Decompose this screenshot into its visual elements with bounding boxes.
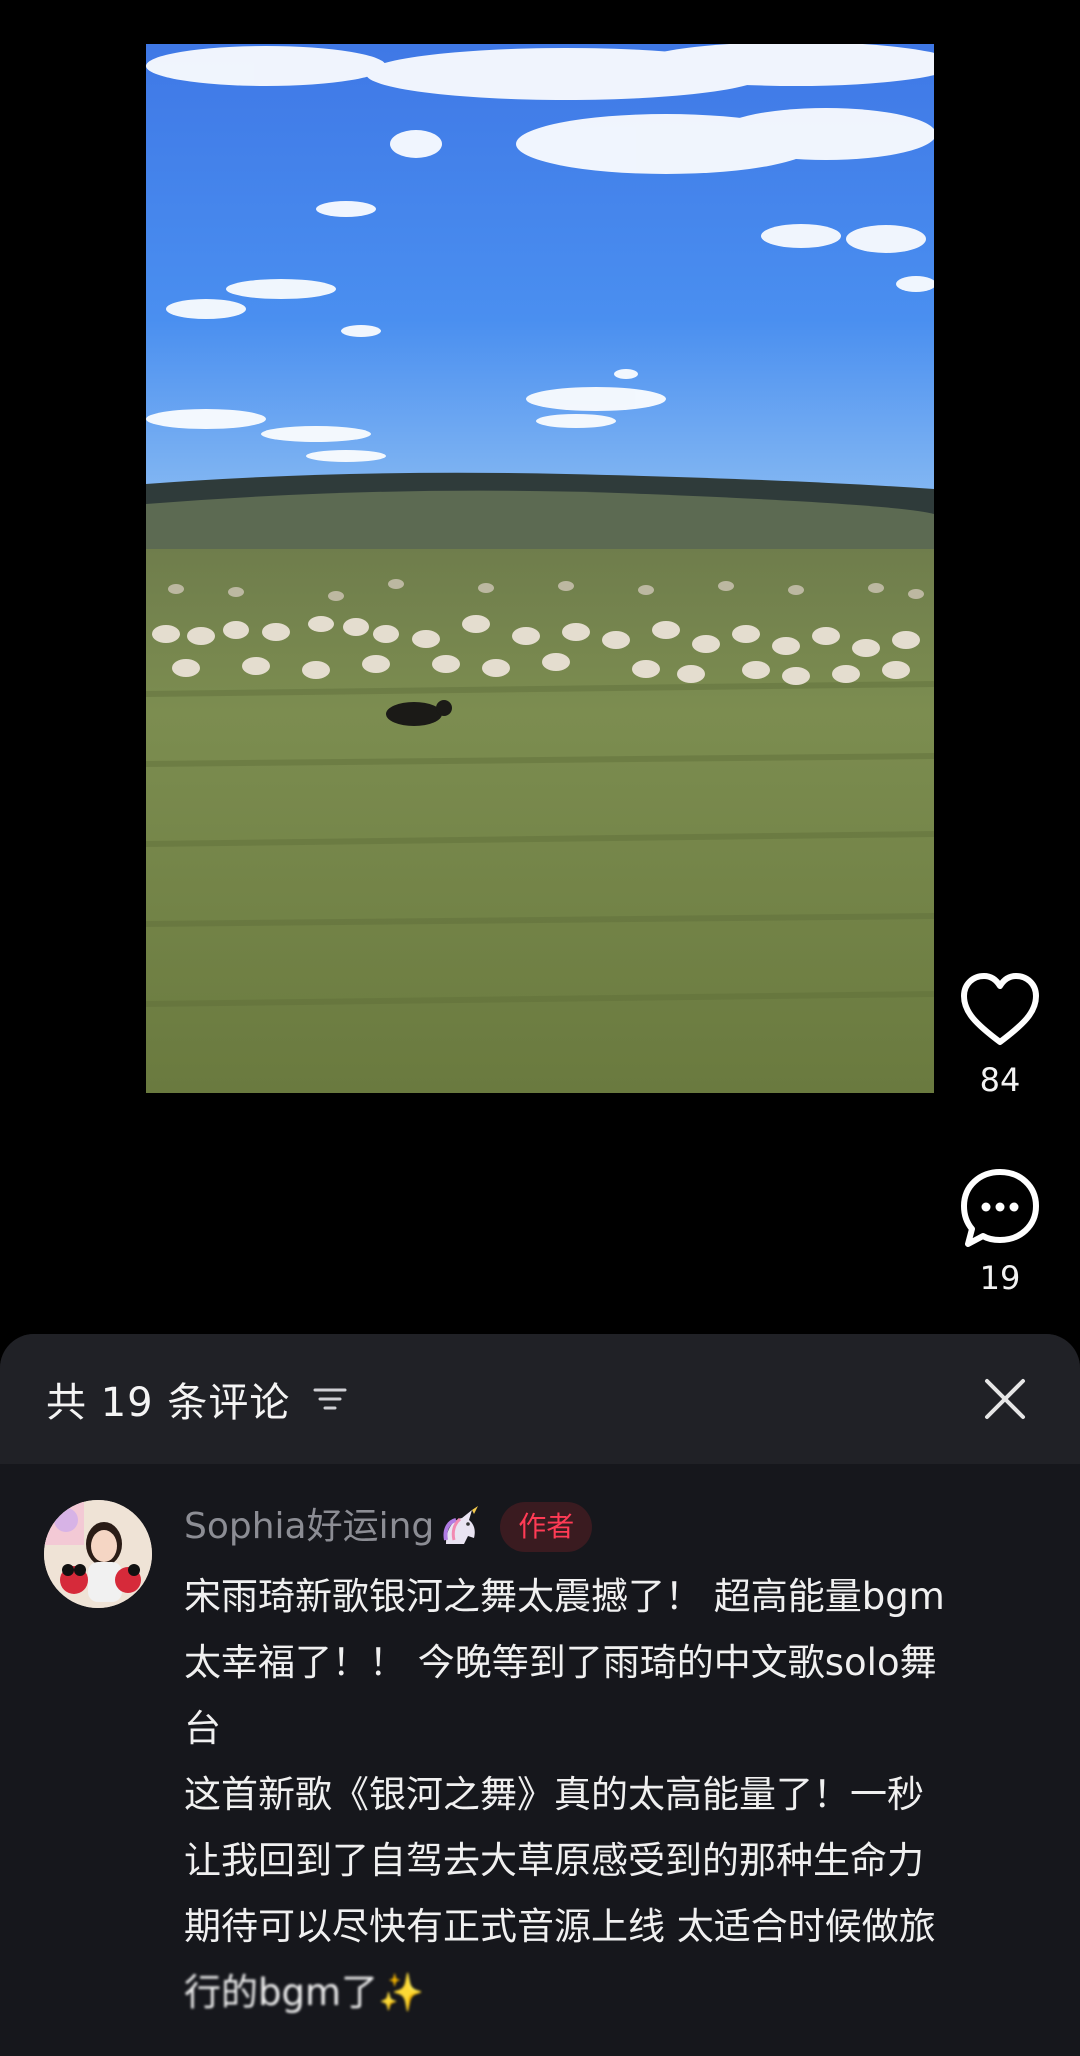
comment-line-partial-text: 行的bgm了 [184, 1971, 379, 2014]
comment-bubble-icon[interactable] [956, 1164, 1044, 1252]
comment-action[interactable]: 19 [950, 1164, 1050, 1298]
comment-line: 让我回到了自驾去大草原感受到的那种生命力 [184, 1839, 924, 1882]
username[interactable]: Sophia好运ing [184, 1503, 434, 1551]
comment-text: 宋雨琦新歌银河之舞太震撼了！ 超高能量bgm 太幸福了！！ 今晚等到了雨琦的中文… [184, 1564, 1044, 2026]
comment-header: Sophia好运ing 作者 [184, 1502, 593, 1552]
heart-icon[interactable] [956, 966, 1044, 1054]
comment-line: 这首新歌《银河之舞》真的太高能量了！一秒 [184, 1773, 924, 1816]
sort-icon[interactable] [312, 1384, 348, 1414]
sparkle-emoji: ✨ [378, 1971, 425, 2014]
comments-header: 共 19 条评论 [0, 1334, 1080, 1464]
comment-line: 宋雨琦新歌银河之舞太震撼了！ 超高能量bgm [184, 1575, 945, 1618]
comments-sheet: 共 19 条评论 Sophia好运ing 作者 宋雨琦新歌银河之舞太震撼了！ 超… [0, 1334, 1080, 2056]
bottom-fade [0, 2024, 1080, 2056]
close-icon[interactable] [982, 1376, 1028, 1422]
comment-count: 19 [979, 1259, 1021, 1297]
comment-line: 期待可以尽快有正式音源上线 太适合时候做旅 [184, 1905, 936, 1948]
like-count: 84 [979, 1061, 1021, 1099]
post-image[interactable] [146, 44, 934, 1093]
comment-line: 台 [184, 1707, 221, 1750]
like-action[interactable]: 84 [950, 966, 1050, 1100]
app-screen: 84 19 共 19 条评论 Sophia好运ing 作者 宋雨琦新歌银河之舞太… [0, 0, 1080, 2056]
comment-line: 太幸福了！！ 今晚等到了雨琦的中文歌solo舞 [184, 1641, 937, 1684]
unicorn-icon [443, 1506, 479, 1544]
avatar[interactable] [44, 1500, 152, 1608]
avatar-image [44, 1500, 152, 1608]
comments-title: 共 19 条评论 [46, 1380, 291, 1426]
grassland-photo [146, 44, 934, 1093]
comment-line-partial: 行的bgm了✨ [184, 1960, 1044, 2026]
author-badge: 作者 [500, 1502, 593, 1552]
